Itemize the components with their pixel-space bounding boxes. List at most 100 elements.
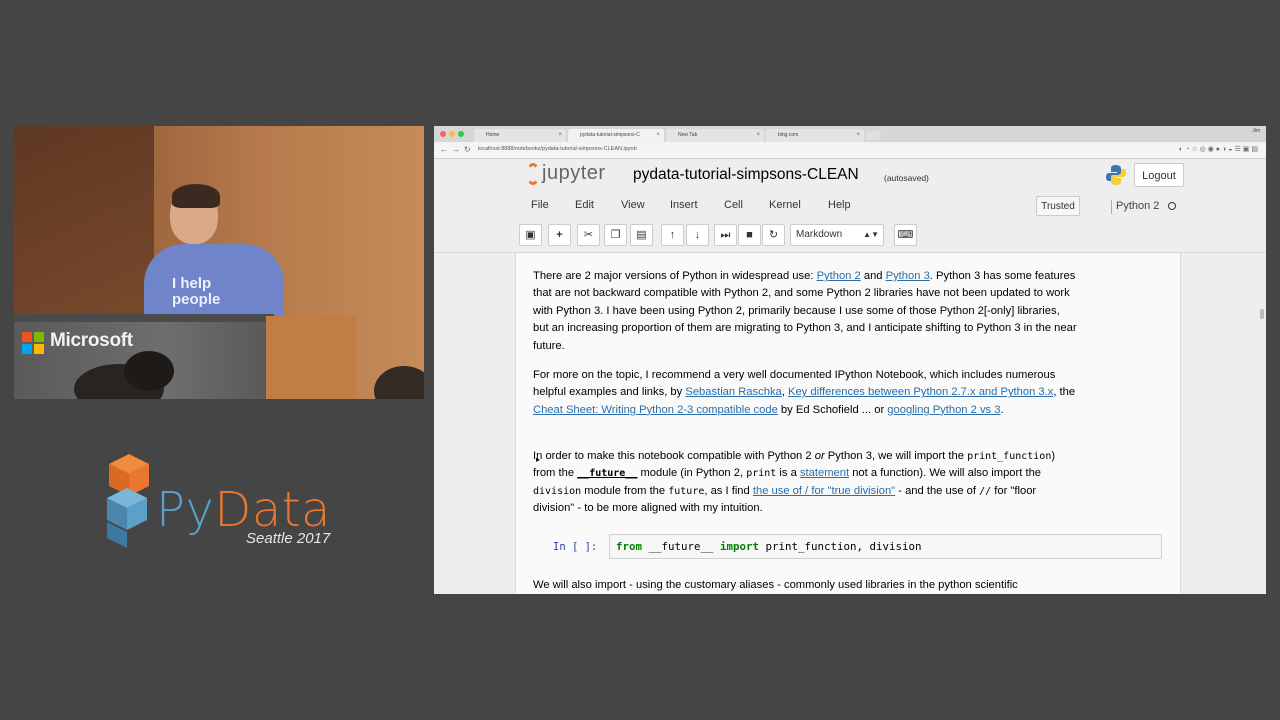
code-text: __future__ — [642, 540, 721, 553]
step-forward-icon[interactable]: ⏭ — [714, 224, 737, 246]
text: , the — [1053, 386, 1076, 399]
notebook-toolbar: ▣ + ✂ ❐ ▤ ↑ ↓ ⏭ ■ ↻ Markdown ▲▼ ⌨ — [434, 224, 1266, 248]
tab-label: New Tab — [678, 132, 698, 138]
markdown-cell-versions[interactable]: There are 2 major versions of Python in … — [533, 268, 1078, 355]
paste-icon[interactable]: ▤ — [630, 224, 653, 246]
link-statement[interactable]: statement — [800, 467, 849, 479]
stop-icon[interactable]: ■ — [738, 224, 761, 246]
audience-head — [124, 351, 174, 391]
close-window-icon[interactable] — [440, 131, 446, 137]
jupyter-logo-icon — [526, 163, 540, 185]
markdown-cell-future-imports[interactable]: In order to make this notebook compatibl… — [533, 448, 1078, 518]
arrow-up-icon[interactable]: ↑ — [661, 224, 684, 246]
arrow-down-icon[interactable]: ↓ — [686, 224, 709, 246]
input-prompt: In [ ]: — [553, 541, 598, 553]
close-tab-icon[interactable]: × — [656, 129, 660, 142]
menu-edit[interactable]: Edit — [575, 199, 594, 211]
browser-user-chip[interactable]: Jim — [1252, 128, 1260, 134]
close-tab-icon[interactable]: × — [756, 129, 760, 142]
browser-extension-icons[interactable]: ◐◔☆◎◉●◑◒☰▣▤ — [1179, 145, 1260, 153]
close-tab-icon[interactable]: × — [558, 129, 562, 142]
speaker-video-feed: I help people Microsoft — [14, 126, 424, 399]
close-tab-icon[interactable]: × — [856, 129, 860, 142]
notebook-container: There are 2 major versions of Python in … — [434, 253, 1266, 594]
back-icon[interactable]: ← — [440, 145, 448, 154]
podium-brand-text: Microsoft — [50, 330, 133, 351]
menu-cell[interactable]: Cell — [724, 199, 743, 211]
emphasis: or — [814, 450, 825, 462]
link-googling[interactable]: googling Python 2 vs 3 — [887, 404, 1000, 416]
code-cell-editor[interactable]: from __future__ import print_function, d… — [609, 534, 1162, 559]
speaker-hair — [172, 184, 220, 208]
reload-icon[interactable]: ↻ — [464, 145, 471, 154]
logout-button[interactable]: Logout — [1134, 163, 1184, 187]
forward-icon[interactable]: → — [452, 145, 460, 154]
browser-tab-bing[interactable]: bing.com × — [766, 129, 864, 142]
inline-code: print_function — [967, 451, 1052, 462]
save-icon[interactable]: ▣ — [519, 224, 542, 246]
mouse-cursor-icon: ▸ — [536, 455, 541, 464]
text: by Ed Schofield ... or — [777, 403, 888, 416]
podium-side — [266, 316, 356, 399]
inline-code: print — [746, 468, 777, 480]
inline-code: division — [533, 485, 582, 497]
browser-tab-home[interactable]: Home × — [474, 129, 566, 142]
event-subtitle: Seattle 2017 — [246, 530, 331, 547]
keyword: import — [720, 540, 760, 553]
link-python-2[interactable]: Python 2 — [817, 270, 861, 282]
link-sebastian-raschka[interactable]: Sebastian Raschka — [685, 386, 781, 398]
browser-tab-notebook[interactable]: pydata-tutorial-simpsons-C × — [568, 129, 664, 142]
minimize-window-icon[interactable] — [449, 131, 455, 137]
page-scrollbar[interactable] — [1260, 309, 1264, 319]
keyboard-icon[interactable]: ⌨ — [894, 224, 917, 246]
trusted-indicator[interactable]: Trusted — [1036, 196, 1080, 216]
autosave-status: (autosaved) — [884, 173, 929, 183]
text: and — [860, 270, 886, 282]
python-logo-icon — [1106, 165, 1126, 185]
tab-label: bing.com — [778, 132, 799, 138]
menu-help[interactable]: Help — [828, 199, 851, 211]
pydata-cube-icon — [107, 454, 149, 548]
pydata-logo: PyData Seattle 2017 — [104, 452, 344, 552]
refresh-icon[interactable]: ↻ — [762, 224, 785, 246]
menu-kernel[interactable]: Kernel — [769, 199, 801, 211]
kernel-idle-indicator-icon — [1168, 202, 1176, 210]
cell-type-select[interactable]: Markdown ▲▼ — [790, 224, 884, 246]
copy-icon[interactable]: ❐ — [604, 224, 627, 246]
text: module (in Python 2, — [637, 467, 747, 480]
microsoft-logo-icon — [22, 332, 44, 354]
inline-code: __future__ — [577, 468, 638, 480]
browser-window: Home × pydata-tutorial-simpsons-C × New Ta… — [434, 126, 1266, 594]
notebook-title[interactable]: pydata-tutorial-simpsons-CLEAN — [633, 166, 859, 184]
text: is a — [776, 467, 800, 480]
link-cheat-sheet[interactable]: Cheat Sheet: Writing Python 2-3 compatib… — [533, 404, 778, 416]
plus-icon[interactable]: + — [548, 224, 571, 246]
url-field[interactable]: localhost:8888/notebooks/pydata-tutorial… — [478, 146, 637, 152]
markdown-cell-references[interactable]: For more on the topic, I recommend a ver… — [533, 367, 1078, 419]
browser-tab-new[interactable]: New Tab × — [666, 129, 764, 142]
text: module from the — [581, 484, 669, 497]
text: We will also import - using the customar… — [533, 579, 1018, 591]
scissors-icon[interactable]: ✂ — [577, 224, 600, 246]
jupyter-logo[interactable]: jupyter — [526, 162, 616, 188]
new-tab-button[interactable] — [864, 131, 882, 140]
kernel-name[interactable]: Python 2 — [1116, 200, 1159, 212]
link-python-3[interactable]: Python 3 — [886, 270, 930, 282]
menu-view[interactable]: View — [621, 199, 645, 211]
link-true-division[interactable]: the use of / for "true division" — [753, 485, 895, 497]
inline-code: // — [979, 485, 992, 497]
markdown-cell-libraries[interactable]: We will also import - using the customar… — [533, 577, 1078, 594]
menu-file[interactable]: File — [531, 199, 549, 211]
link-key-differences[interactable]: Key differences between Python 2.7.x and… — [788, 386, 1053, 398]
jupyter-page: jupyter pydata-tutorial-simpsons-CLEAN (… — [434, 159, 1266, 594]
text: In order to make this notebook compatibl… — [533, 450, 815, 462]
browser-tab-bar: Home × pydata-tutorial-simpsons-C × New Ta… — [434, 126, 1266, 142]
menu-insert[interactable]: Insert — [670, 199, 698, 211]
text: There are 2 major versions of Python in … — [533, 270, 817, 282]
text: not a function). We will also import the — [849, 467, 1042, 480]
shirt-line-2: people — [172, 291, 221, 308]
maximize-window-icon[interactable] — [458, 131, 464, 137]
tab-label: Home — [486, 132, 500, 138]
code-text: print_function, division — [759, 540, 922, 553]
address-bar: ← → ↻ localhost:8888/notebooks/pydata-tu… — [434, 142, 1266, 159]
